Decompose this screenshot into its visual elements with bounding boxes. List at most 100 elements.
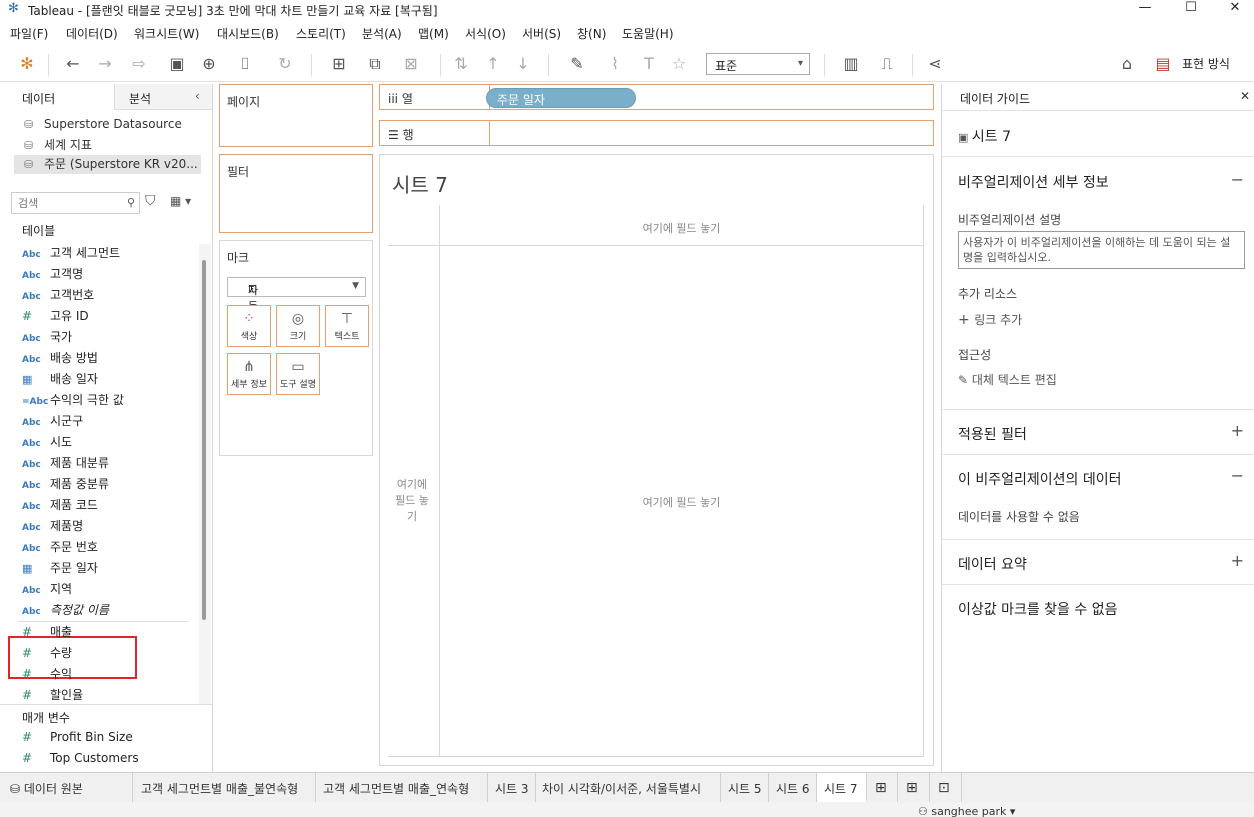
field-item[interactable]: # 수익	[22, 665, 72, 685]
field-item[interactable]: # 할인율	[22, 686, 83, 706]
fit-select[interactable]: 표준 ▾	[706, 53, 810, 75]
undo-icon[interactable]: ←	[62, 54, 84, 74]
expand-section-icon[interactable]: +	[1231, 421, 1244, 440]
sheet-tab[interactable]: 고객 세그먼트별 매출_연속형	[316, 773, 488, 802]
menu-server[interactable]: 서버(S)	[522, 25, 561, 42]
share-icon[interactable]: ⋖	[924, 54, 946, 74]
color-button[interactable]: ⁘ 색상	[227, 305, 271, 347]
add-link-button[interactable]: + 링크 추가	[958, 311, 1022, 328]
menu-window[interactable]: 창(N)	[577, 25, 606, 42]
view-options-icon[interactable]: ▦ ▾	[170, 194, 191, 208]
field-item[interactable]: Abc 고객명	[22, 265, 83, 285]
maximize-button[interactable]: ☐	[1168, 0, 1214, 18]
field-item[interactable]: # Top Customers	[22, 751, 139, 771]
menu-format[interactable]: 서식(O)	[465, 25, 506, 42]
menu-dashboard[interactable]: 대시보드(B)	[217, 25, 279, 42]
collapse-section-icon[interactable]: −	[1231, 466, 1244, 485]
user-menu[interactable]: ⚇ sanghee park ▾	[918, 805, 1015, 817]
new-story-icon[interactable]: ⊡	[930, 773, 962, 802]
new-worksheet-icon[interactable]: ⊞	[322, 54, 356, 74]
drop-zone-rows[interactable]: 여기에 필드 놓기	[392, 477, 432, 525]
field-item[interactable]: Abc 고객번호	[22, 286, 94, 306]
menu-map[interactable]: 맵(M)	[418, 25, 449, 42]
pages-card[interactable]: 페이지	[219, 84, 373, 147]
datasource-item-selected[interactable]: ⛁ 주문 (Superstore KR v20...	[14, 155, 201, 174]
menu-worksheet[interactable]: 워크시트(W)	[134, 25, 199, 42]
pin-icon[interactable]: ☆	[668, 54, 690, 74]
menu-help[interactable]: 도움말(H)	[622, 25, 674, 42]
field-item[interactable]: ▦ 주문 일자	[22, 559, 98, 579]
detail-button[interactable]: ⋔ 세부 정보	[227, 353, 271, 395]
sort-descending-icon[interactable]: ↓	[512, 54, 534, 74]
tooltip-button[interactable]: ▭ 도구 설명	[276, 353, 320, 395]
new-dashboard-icon[interactable]: ⊞	[898, 773, 930, 802]
size-button[interactable]: ◎ 크기	[276, 305, 320, 347]
close-button[interactable]: ✕	[1212, 0, 1254, 18]
presentation-icon[interactable]: ⎍	[876, 54, 898, 74]
field-item[interactable]: # 수량	[22, 644, 72, 664]
datasource-item[interactable]: ⛁ 세계 지표	[24, 136, 92, 155]
clear-sheet-icon[interactable]: ⊠	[394, 54, 428, 74]
scrollbar[interactable]	[202, 260, 206, 620]
tableau-home-icon[interactable]: ✻	[16, 54, 38, 74]
labels-icon[interactable]: T	[638, 54, 660, 74]
field-item[interactable]: Abc 제품 코드	[22, 496, 98, 516]
sheet-tab-active[interactable]: 시트 7	[817, 773, 867, 802]
replace-data-icon[interactable]: ⇨	[124, 54, 154, 74]
menu-story[interactable]: 스토리(T)	[296, 25, 346, 42]
new-worksheet-icon[interactable]: ⊞	[867, 773, 898, 802]
sheet-tab[interactable]: 시트 6	[769, 773, 817, 802]
menu-file[interactable]: 파일(F)	[10, 25, 48, 42]
sheet-tab[interactable]: 시트 5	[721, 773, 769, 802]
sheet-title[interactable]: 시트 7	[392, 169, 448, 198]
viz-description-field[interactable]: 사용자가 이 비주얼리제이션을 이해하는 데 도움이 되는 설명을 입력하십시오…	[958, 231, 1245, 269]
tab-datasource[interactable]: ⛁ 데이터 원본	[0, 773, 133, 802]
highlight-icon[interactable]: ✎	[560, 54, 594, 74]
filter-icon[interactable]: ⛉	[145, 193, 156, 209]
menu-analysis[interactable]: 분석(A)	[362, 25, 402, 42]
search-field[interactable]: ⚲	[11, 192, 140, 214]
drop-zone-columns[interactable]: 여기에 필드 놓기	[440, 220, 923, 236]
field-item[interactable]: # 매출	[22, 623, 72, 643]
column-pill[interactable]: 주문 일자	[486, 88, 636, 108]
mark-type-select[interactable]: ⊡ 자동 ▼	[227, 277, 366, 313]
save-icon[interactable]: ▣	[166, 54, 188, 74]
close-icon[interactable]: ✕	[1240, 89, 1250, 103]
field-item[interactable]: Abc 시도	[22, 433, 72, 453]
rows-shelf[interactable]: ☰ 행	[379, 120, 934, 146]
field-item[interactable]: ▦ 배송 일자	[22, 370, 98, 390]
view-canvas[interactable]: 시트 7 여기에 필드 놓기 여기에 필드 놓기 여기에 필드 놓기	[379, 154, 934, 766]
pause-updates-icon[interactable]: ⌷	[228, 54, 262, 74]
refresh-icon[interactable]: ↻	[268, 54, 302, 74]
field-item[interactable]: =Abc 수익의 극한 값	[22, 391, 124, 411]
columns-shelf[interactable]: iii 열	[379, 84, 934, 110]
field-item[interactable]: Abc 주문 번호	[22, 538, 98, 558]
show-me-button[interactable]: 표현 방식	[1176, 54, 1236, 74]
sheet-tab[interactable]: 시트 3	[488, 773, 536, 802]
new-datasource-icon[interactable]: ⊕	[198, 54, 220, 74]
drop-zone-center[interactable]: 여기에 필드 놓기	[440, 494, 923, 510]
field-item[interactable]: Abc 배송 방법	[22, 349, 98, 369]
field-item[interactable]: Abc 고객 세그먼트	[22, 244, 120, 264]
sheet-tab[interactable]: 차이 시각화/이서준, 서울특별시	[536, 773, 721, 802]
redo-icon[interactable]: →	[94, 54, 116, 74]
field-item[interactable]: # Profit Bin Size	[22, 730, 133, 750]
expand-section-icon[interactable]: +	[1231, 551, 1244, 570]
group-icon[interactable]: ⌇	[598, 54, 632, 74]
edit-alt-text-button[interactable]: ✎ 대체 텍스트 편집	[958, 371, 1057, 388]
datasource-item[interactable]: ⛁ Superstore Datasource	[24, 117, 182, 136]
sort-ascending-icon[interactable]: ↑	[482, 54, 504, 74]
field-item[interactable]: Abc 제품 중분류	[22, 475, 109, 495]
duplicate-sheet-icon[interactable]: ⧉	[364, 54, 386, 74]
collapse-pane-icon[interactable]: ‹	[195, 89, 200, 103]
field-item[interactable]: Abc 제품명	[22, 517, 83, 537]
tab-data[interactable]: 데이터	[0, 84, 114, 110]
field-item[interactable]: Abc 제품 대분류	[22, 454, 109, 474]
menu-data[interactable]: 데이터(D)	[66, 25, 118, 42]
field-item[interactable]: Abc 시군구	[22, 412, 83, 432]
pin-highlight-icon[interactable]: ⌂	[1116, 54, 1138, 74]
minimize-button[interactable]: —	[1122, 0, 1168, 18]
show-cards-icon[interactable]: ▥	[834, 54, 868, 74]
sheet-tab[interactable]: 고객 세그먼트별 매출_불연속형	[133, 773, 316, 802]
label-button[interactable]: ⊤ 텍스트	[325, 305, 369, 347]
